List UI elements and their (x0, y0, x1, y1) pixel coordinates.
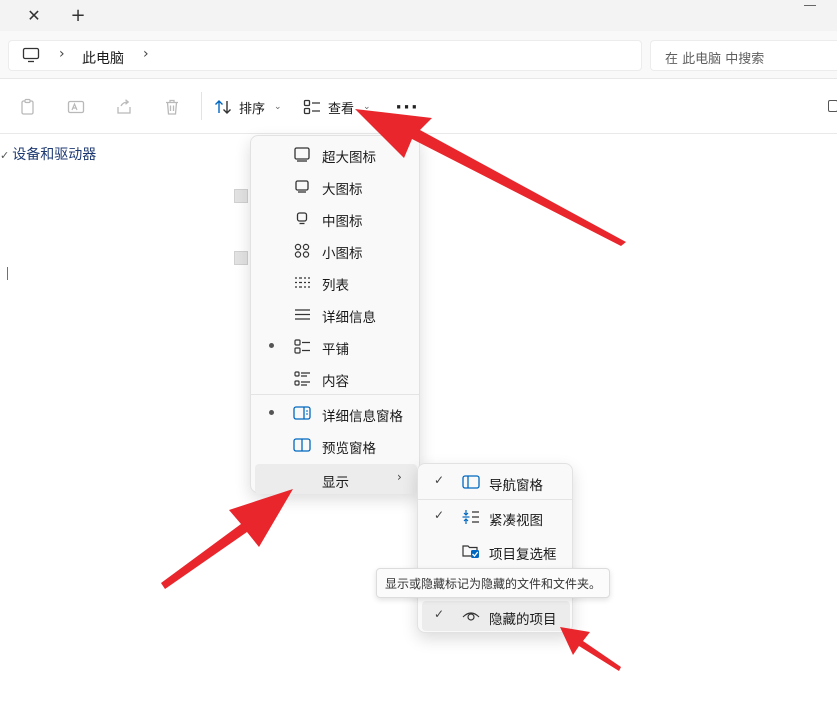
delete-icon[interactable] (162, 97, 182, 117)
details-icon (293, 306, 311, 322)
annotation-arrow (161, 489, 293, 589)
submenu-item-label: 项目复选框 (489, 547, 557, 563)
preview-pane-icon (293, 437, 311, 453)
drive-item[interactable] (234, 189, 248, 203)
address-bar[interactable]: › 此电脑 › (8, 40, 642, 71)
menu-item-tiles[interactable]: 平铺 (255, 331, 417, 361)
menu-item-small-icons[interactable]: 小图标 (255, 235, 417, 265)
submenu-item-item-checkboxes[interactable]: 项目复选框 (422, 536, 570, 566)
navigation-pane-icon (462, 474, 480, 490)
extra-large-icons-icon (293, 146, 311, 162)
search-placeholder: 在 此电脑 中搜索 (665, 52, 765, 67)
breadcrumb-this-pc[interactable]: 此电脑 (82, 48, 124, 68)
command-bar: 排序 ⌄ 查看 ⌄ ··· (0, 80, 837, 134)
menu-item-label: 超大图标 (322, 150, 376, 166)
menu-item-show[interactable]: 显示 › (255, 464, 417, 494)
item-checkbox-icon (462, 543, 480, 559)
checkmark-icon: ✓ (434, 473, 445, 487)
submenu-item-label: 导航窗格 (489, 478, 543, 494)
medium-icons-icon (293, 210, 311, 226)
menu-item-extra-large-icons[interactable]: 超大图标 (255, 139, 417, 169)
details-pane-icon (293, 405, 311, 421)
selected-bullet-icon (269, 410, 274, 415)
sort-label: 排序 (239, 101, 266, 117)
checkmark-icon: ✓ (434, 508, 445, 522)
menu-divider (418, 499, 572, 500)
view-button[interactable]: 查看 ⌄ (303, 94, 371, 120)
hidden-items-icon (462, 608, 480, 624)
section-title: 设备和驱动器 (12, 147, 97, 163)
show-submenu: ✓ 导航窗格 ✓ 紧凑视图 项目复选框 ✓ 隐藏的项目 (417, 463, 573, 633)
share-icon[interactable] (114, 97, 134, 117)
minimize-icon[interactable] (804, 5, 816, 6)
sort-button[interactable]: 排序 ⌄ (214, 94, 282, 120)
menu-item-list[interactable]: 列表 (255, 267, 417, 297)
menu-item-label: 中图标 (322, 214, 363, 230)
menu-divider (251, 394, 419, 395)
selected-bullet-icon (269, 343, 274, 348)
menu-item-label: 平铺 (322, 342, 349, 358)
menu-item-label: 小图标 (322, 246, 363, 262)
annotation-arrow (560, 627, 621, 671)
drive-usage-bar (7, 267, 8, 280)
toolbar-divider (201, 92, 202, 120)
chevron-down-icon: ⌄ (363, 102, 371, 112)
chevron-right-icon: › (397, 470, 402, 484)
checkmark-icon: ✓ (434, 607, 445, 621)
breadcrumb-chevron-icon[interactable]: › (143, 46, 149, 62)
more-options-button[interactable]: ··· (395, 94, 419, 120)
menu-item-content[interactable]: 内容 (255, 363, 417, 393)
menu-item-label: 预览窗格 (322, 441, 376, 457)
small-icons-icon (293, 242, 311, 258)
chevron-down-icon: ⌄ (274, 102, 282, 112)
drive-item[interactable] (234, 251, 248, 265)
details-pane-toggle-icon[interactable] (828, 100, 837, 112)
chevron-down-icon: ✓ (0, 149, 10, 162)
menu-item-label: 详细信息 (322, 310, 376, 326)
menu-item-label: 内容 (322, 374, 349, 390)
tooltip: 显示或隐藏标记为隐藏的文件和文件夹。 (376, 568, 610, 598)
list-icon (293, 274, 311, 290)
paste-icon[interactable] (18, 97, 38, 117)
menu-item-medium-icons[interactable]: 中图标 (255, 203, 417, 233)
menu-item-large-icons[interactable]: 大图标 (255, 171, 417, 201)
menu-item-details-pane[interactable]: 详细信息窗格 (255, 398, 417, 428)
menu-item-label: 大图标 (322, 182, 363, 198)
compact-view-icon (462, 509, 480, 525)
menu-item-details[interactable]: 详细信息 (255, 299, 417, 329)
submenu-item-compact-view[interactable]: ✓ 紧凑视图 (422, 502, 570, 532)
submenu-item-label: 紧凑视图 (489, 513, 543, 529)
menu-item-label: 详细信息窗格 (322, 409, 403, 425)
menu-item-label: 列表 (322, 278, 349, 294)
view-label: 查看 (328, 101, 355, 117)
new-tab-button[interactable]: + (67, 4, 89, 26)
submenu-item-label: 隐藏的项目 (489, 612, 557, 628)
menu-item-preview-pane[interactable]: 预览窗格 (255, 430, 417, 460)
close-tab-icon[interactable]: ✕ (23, 5, 45, 25)
tiles-icon (293, 338, 311, 354)
breadcrumb-chevron-icon[interactable]: › (59, 46, 65, 62)
large-icons-icon (293, 178, 311, 194)
rename-icon[interactable] (66, 97, 86, 117)
search-input[interactable]: 在 此电脑 中搜索 (650, 40, 837, 71)
sort-icon (215, 100, 231, 114)
address-row: › 此电脑 › 在 此电脑 中搜索 (0, 31, 837, 79)
section-header[interactable]: ✓ 设备和驱动器 (0, 144, 96, 164)
menu-item-label: 显示 (322, 475, 349, 491)
submenu-item-hidden-items[interactable]: ✓ 隐藏的项目 (422, 601, 570, 631)
tab-strip: ✕ + (0, 0, 837, 31)
submenu-item-navigation-pane[interactable]: ✓ 导航窗格 (422, 467, 570, 497)
view-icon (303, 99, 320, 115)
this-pc-icon (22, 47, 40, 63)
content-icon (293, 370, 311, 386)
view-menu: 超大图标 大图标 中图标 小图标 列表 详细信息 平铺 内容 详细信息窗格 预览… (250, 135, 420, 494)
